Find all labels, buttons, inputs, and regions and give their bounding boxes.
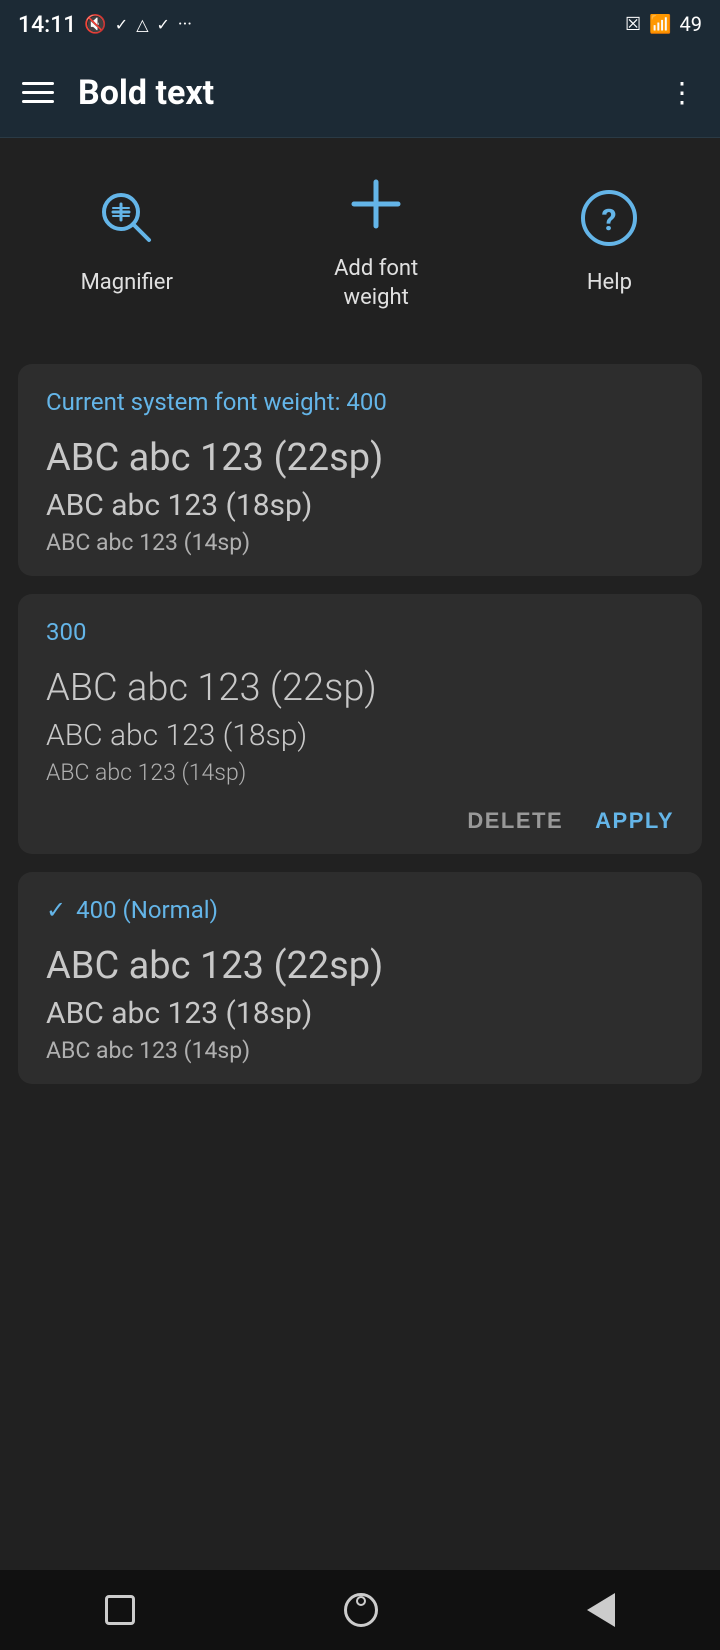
weight-300-card: 300 ABC abc 123 (22sp) ABC abc 123 (18sp…: [18, 594, 702, 854]
bottom-nav: [0, 1570, 720, 1650]
weight-400-card: ✓ 400 (Normal) ABC abc 123 (22sp) ABC ab…: [18, 872, 702, 1084]
cloud-icon: △: [136, 15, 148, 34]
current-sample-22: ABC abc 123 (22sp): [46, 436, 674, 480]
status-right: ☒ 📶 49: [625, 12, 702, 36]
app-bar: Bold text ⋮: [0, 48, 720, 138]
back-button[interactable]: [587, 1593, 615, 1627]
w400-sample-22: ABC abc 123 (22sp): [46, 944, 674, 988]
toolbar: Magnifier Add fontweight ? Help: [0, 138, 720, 344]
svg-text:?: ?: [602, 203, 617, 238]
mute-icon: 🔇: [84, 14, 106, 35]
dots-icon: ···: [178, 14, 192, 35]
checkmark-icon: ✓: [46, 896, 66, 924]
more-options-button[interactable]: ⋮: [668, 76, 698, 109]
recent-apps-icon: [105, 1595, 135, 1625]
current-weight-title: Current system font weight: 400: [46, 388, 674, 416]
current-sample-14: ABC abc 123 (14sp): [46, 529, 674, 556]
add-font-weight-button[interactable]: Add fontweight: [334, 174, 418, 312]
status-left: 14:11 🔇 ✓ △ ✓ ···: [18, 11, 192, 38]
status-bar: 14:11 🔇 ✓ △ ✓ ··· ☒ 📶 49: [0, 0, 720, 48]
wifi-icon: 📶: [649, 14, 671, 35]
recent-apps-button[interactable]: [105, 1595, 135, 1625]
add-font-weight-label: Add fontweight: [334, 255, 418, 312]
plus-icon: [346, 174, 406, 243]
current-weight-card: Current system font weight: 400 ABC abc …: [18, 364, 702, 576]
weight-300-title: 300: [46, 618, 674, 646]
check-icon-2: ✓: [157, 15, 170, 34]
battery-x-icon: ☒: [625, 14, 641, 35]
weight-400-title-text: 400 (Normal): [76, 896, 218, 924]
battery-level: 49: [680, 12, 702, 36]
w400-sample-18: ABC abc 123 (18sp): [46, 996, 674, 1031]
w400-sample-14: ABC abc 123 (14sp): [46, 1037, 674, 1064]
help-icon: ?: [579, 188, 639, 257]
current-sample-18: ABC abc 123 (18sp): [46, 488, 674, 523]
help-label: Help: [587, 269, 632, 298]
weight-400-title: ✓ 400 (Normal): [46, 896, 674, 924]
home-button[interactable]: [344, 1593, 378, 1627]
page-title: Bold text: [78, 73, 644, 113]
content-area: Current system font weight: 400 ABC abc …: [0, 344, 720, 1570]
hamburger-menu-button[interactable]: [22, 82, 54, 103]
magnifier-button[interactable]: Magnifier: [81, 188, 173, 298]
w300-sample-14: ABC abc 123 (14sp): [46, 759, 674, 786]
w300-sample-18: ABC abc 123 (18sp): [46, 718, 674, 753]
home-icon: [344, 1593, 378, 1627]
status-time: 14:11: [18, 11, 76, 38]
weight-300-actions: DELETE APPLY: [46, 808, 674, 834]
back-icon: [587, 1593, 615, 1627]
apply-button[interactable]: APPLY: [595, 808, 674, 834]
w300-sample-22: ABC abc 123 (22sp): [46, 666, 674, 710]
magnifier-label: Magnifier: [81, 269, 173, 298]
check-icon-1: ✓: [115, 15, 128, 34]
delete-button[interactable]: DELETE: [467, 808, 563, 834]
help-button[interactable]: ? Help: [579, 188, 639, 298]
magnifier-icon: [97, 188, 157, 257]
